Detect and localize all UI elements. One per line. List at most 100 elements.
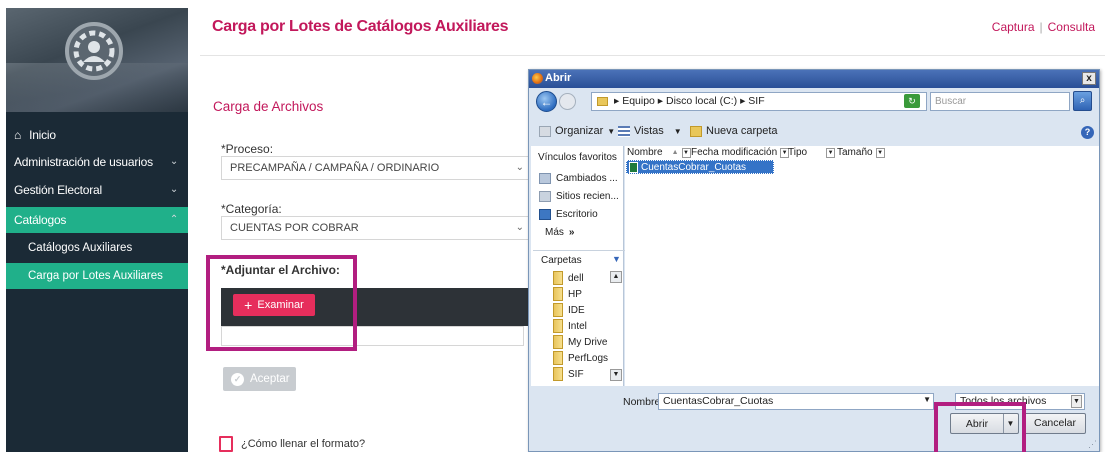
refresh-icon[interactable]: ↻: [904, 94, 920, 108]
chevron-down-icon[interactable]: ▼: [612, 254, 621, 264]
folder-icon: [553, 303, 563, 317]
chevron-down-icon[interactable]: ▼: [923, 395, 931, 404]
section-title: Carga de Archivos: [213, 99, 324, 114]
categoria-select[interactable]: CUENTAS POR COBRAR ⌄: [221, 216, 529, 240]
dialog-toolbar: Organizar ▼ Vistas ▼ Nueva carpeta ?: [529, 122, 1099, 144]
pdf-icon: [219, 436, 233, 452]
help-link[interactable]: ¿Cómo llenar el formato?: [219, 436, 365, 452]
address-bar[interactable]: ▸ Equipo ▸ Disco local (C:) ▸ SIF ▼: [591, 92, 927, 111]
folder-icon: [553, 287, 563, 301]
favorite-label: Cambiados ...: [556, 173, 618, 184]
column-label: Tipo: [788, 147, 808, 158]
navigation-pane: Vínculos favoritos Cambiados ... Sitios …: [531, 146, 625, 386]
folder-dell[interactable]: dell: [553, 271, 584, 285]
folder-icon: [553, 367, 563, 381]
chevron-down-icon[interactable]: ▼: [875, 147, 885, 158]
folder-sif[interactable]: SIF: [553, 367, 584, 381]
back-arrow-icon[interactable]: ←: [536, 91, 557, 112]
folder-icon: [597, 97, 608, 106]
file-list: Nombre ▲ ▼ Fecha modificación ▼ Tipo ▼ T…: [625, 146, 1099, 386]
favorite-mas[interactable]: Más »: [539, 227, 574, 238]
chevron-down-icon[interactable]: ▼: [826, 147, 836, 158]
avatar: [65, 22, 123, 80]
folder-ide[interactable]: IDE: [553, 303, 585, 317]
folder-my-drive[interactable]: My Drive: [553, 335, 607, 349]
folder-label: My Drive: [568, 336, 608, 348]
folder-hp[interactable]: HP: [553, 287, 582, 301]
highlight-box-upload: [206, 255, 357, 351]
cancel-button[interactable]: Cancelar: [1024, 413, 1086, 434]
sidebar-item-catalogos-auxiliares[interactable]: Catálogos Auxiliares: [6, 235, 188, 261]
captura-link[interactable]: Captura: [992, 20, 1035, 34]
search-input[interactable]: Buscar: [930, 92, 1070, 111]
organize-button[interactable]: Organizar ▼: [539, 125, 615, 137]
breadcrumb: ▸ Equipo ▸ Disco local (C:) ▸ SIF: [614, 95, 765, 107]
sidebar-item-label: Inicio: [29, 128, 56, 142]
proceso-value: PRECAMPAÑA / CAMPAÑA / ORDINARIO: [230, 162, 440, 174]
chevron-down-icon[interactable]: ▼: [1071, 395, 1082, 408]
filename-input[interactable]: CuentasCobrar_Cuotas ▼: [658, 393, 934, 410]
file-row[interactable]: CuentasCobrar_Cuotas: [626, 160, 774, 174]
sidebar-item-administracion[interactable]: Administración de usuarios ⌄: [6, 149, 188, 175]
column-header-fecha[interactable]: Fecha modificación ▼: [691, 147, 790, 158]
column-header-tamano[interactable]: Tamaño ▼: [837, 147, 885, 158]
folder-label: SIF: [568, 368, 584, 380]
folders-scrollbar[interactable]: ▲ ▼: [610, 271, 624, 383]
views-label: Vistas: [634, 125, 664, 137]
categoria-value: CUENTAS POR COBRAR: [230, 222, 359, 234]
sidebar-item-catalogos[interactable]: Catálogos ⌃: [6, 207, 188, 233]
chevron-down-icon: ⌄: [169, 156, 178, 167]
chevron-up-icon: ⌃: [169, 214, 178, 225]
chevron-down-icon: ⌄: [515, 162, 524, 173]
favorite-cambiados[interactable]: Cambiados ...: [539, 173, 618, 184]
sidebar-item-gestion-electoral[interactable]: Gestión Electoral ⌄: [6, 177, 188, 203]
chevron-down-icon: ▼: [607, 126, 616, 136]
scroll-up-icon[interactable]: ▲: [610, 271, 622, 283]
chevron-down-icon: ⌄: [169, 184, 178, 195]
open-file-dialog: Abrir x ← ▸ Equipo ▸ Disco local (C:) ▸ …: [528, 69, 1100, 452]
sidebar: ⌂ Inicio Administración de usuarios ⌄ Ge…: [6, 8, 188, 452]
scroll-down-icon[interactable]: ▼: [610, 369, 622, 381]
folder-label: Intel: [568, 320, 587, 332]
filename-value: CuentasCobrar_Cuotas: [663, 395, 774, 407]
favorite-label: Sitios recien...: [556, 191, 619, 202]
folder-perflogs[interactable]: PerfLogs: [553, 351, 608, 365]
user-gear-icon: [73, 30, 115, 72]
favorite-sitios-recientes[interactable]: Sitios recien...: [539, 191, 619, 202]
proceso-label: *Proceso:: [221, 142, 274, 156]
sidebar-item-carga-por-lotes[interactable]: Carga por Lotes Auxiliares: [6, 263, 188, 289]
consulta-link[interactable]: Consulta: [1048, 20, 1095, 34]
folder-intel[interactable]: Intel: [553, 319, 587, 333]
chevron-down-icon[interactable]: ▼: [681, 147, 691, 158]
folder-icon: [553, 335, 563, 349]
link-separator: |: [1039, 20, 1043, 34]
categoria-label: *Categoría:: [221, 202, 282, 216]
search-placeholder: Buscar: [935, 96, 967, 107]
new-folder-button[interactable]: Nueva carpeta: [690, 125, 778, 137]
sidebar-item-inicio[interactable]: ⌂ Inicio: [6, 122, 188, 148]
desktop-icon: [539, 209, 551, 220]
accept-button[interactable]: ✓ Aceptar: [223, 367, 296, 391]
folder-icon: [553, 271, 563, 285]
resize-grip-icon[interactable]: ⋰: [1088, 439, 1097, 450]
dialog-titlebar: Abrir x: [529, 70, 1099, 88]
favorite-escritorio[interactable]: Escritorio: [539, 209, 598, 220]
chevron-down-icon: ▼: [673, 126, 682, 136]
double-chevron-icon: »: [568, 227, 575, 238]
chevron-down-icon: ⌄: [515, 222, 524, 233]
column-header-tipo[interactable]: Tipo ▼: [788, 147, 836, 158]
views-button[interactable]: Vistas ▼: [618, 125, 682, 137]
sort-icon: ▲: [671, 149, 679, 156]
help-icon[interactable]: ?: [1081, 126, 1094, 139]
column-header-nombre[interactable]: Nombre ▲ ▼: [627, 147, 691, 158]
organize-icon: [539, 125, 551, 137]
views-icon: [618, 125, 630, 137]
search-icon[interactable]: ⌕: [1073, 91, 1092, 111]
sidebar-item-label: Administración de usuarios: [14, 155, 153, 169]
forward-arrow-icon[interactable]: [559, 93, 576, 110]
folder-label: HP: [568, 288, 582, 300]
proceso-select[interactable]: PRECAMPAÑA / CAMPAÑA / ORDINARIO ⌄: [221, 156, 529, 180]
column-label: Fecha modificación: [691, 147, 778, 158]
close-icon[interactable]: x: [1082, 72, 1096, 85]
header-divider: [200, 55, 1105, 56]
